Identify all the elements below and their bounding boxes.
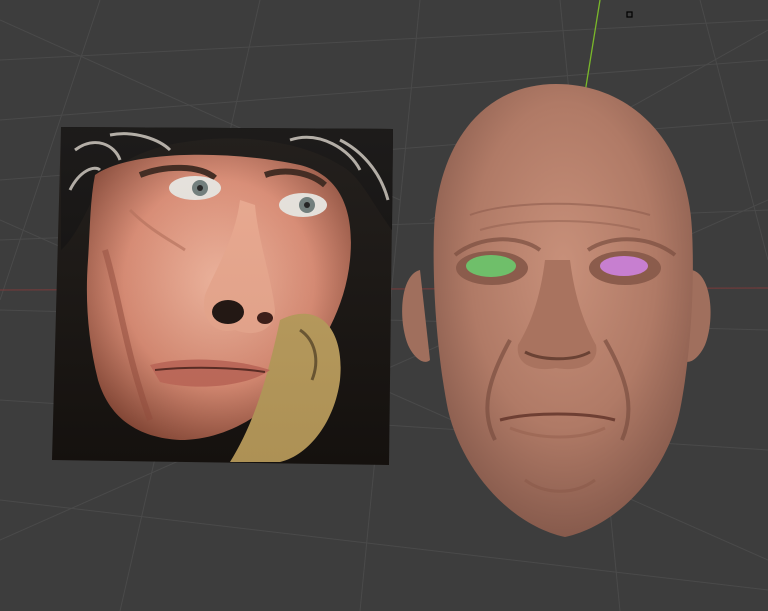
- origin-marker-icon[interactable]: [626, 11, 633, 18]
- head-sculpt-model[interactable]: [402, 84, 711, 537]
- sculpt-right-eye: [600, 256, 648, 276]
- 3d-viewport[interactable]: [0, 0, 768, 611]
- sculpt-left-ear: [402, 270, 430, 362]
- viewport-canvas[interactable]: [0, 0, 768, 611]
- sculpt-left-eye: [466, 255, 516, 277]
- reference-photo-plane[interactable]: [52, 127, 393, 465]
